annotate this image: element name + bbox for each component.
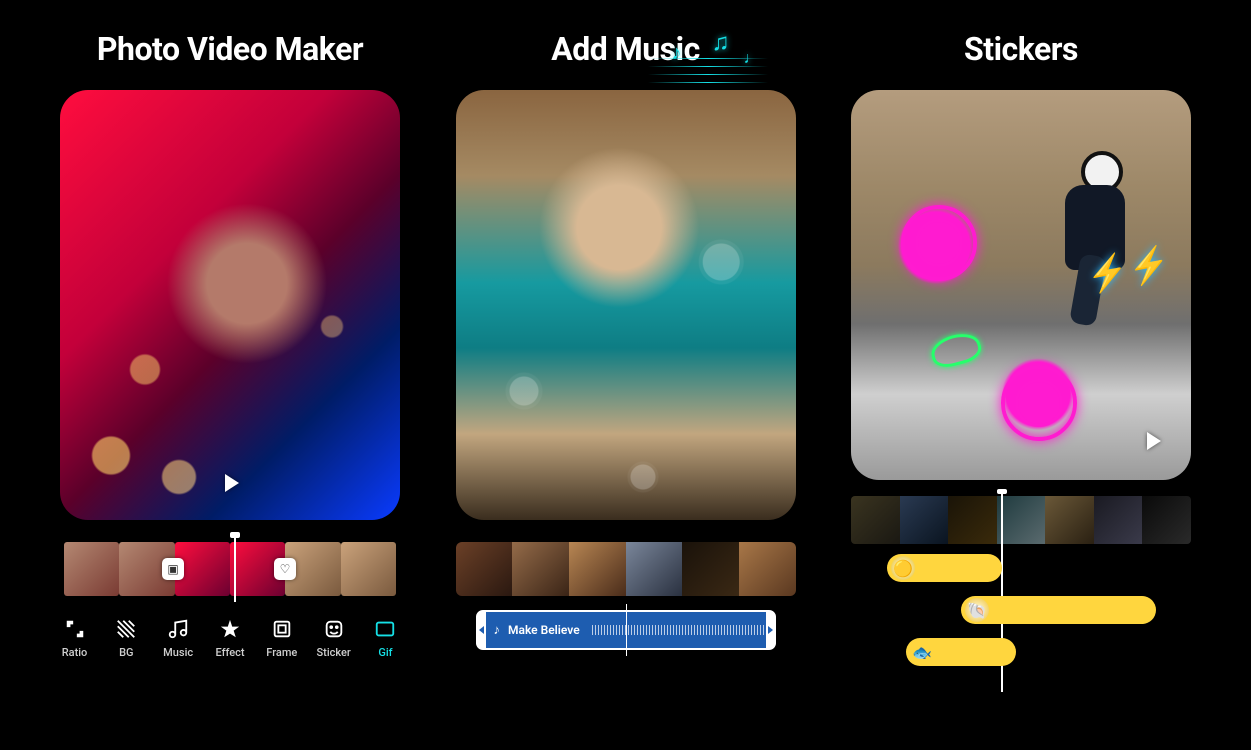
timeline-thumb[interactable] [569,542,626,596]
tool-music[interactable]: Music [156,616,200,659]
timeline-thumb[interactable] [512,542,569,596]
tool-label: BG [119,646,133,659]
play-button[interactable] [209,462,251,504]
preview-stickers[interactable]: ⚡⚡ [851,90,1191,480]
timeline-playhead[interactable] [234,536,236,602]
transition-icon: ▣ [167,562,178,576]
sticker-clip[interactable]: 🟡 [887,554,1002,582]
bg-icon [113,616,139,642]
panel-photo-video-maker: Photo Video Maker ▣ ♡ Ratio [40,30,420,750]
timeline-thumb[interactable] [900,496,949,544]
tool-effect[interactable]: Effect [208,616,252,659]
timeline-thumb[interactable] [64,542,119,596]
panel-title-1: Photo Video Maker [97,30,363,68]
clip-trim-handle-left[interactable] [476,612,486,648]
sticker-clip[interactable]: 🐟 [906,638,1016,666]
timeline-thumbs[interactable]: ▣ ♡ [64,542,396,596]
preview-add-music[interactable] [456,90,796,520]
timeline-thumb[interactable] [682,542,739,596]
tool-bg[interactable]: BG [104,616,148,659]
gif-icon [372,616,398,642]
timeline-thumb[interactable] [739,542,796,596]
tool-sticker[interactable]: Sticker [312,616,356,659]
rider-illustration [1035,145,1155,325]
timeline-thumb[interactable] [997,496,1046,544]
timeline-thumbs[interactable] [851,496,1191,544]
panel-add-music: Add Music ♪ ♫ ♩ ♪ Make Believe [436,30,816,750]
sticker-track: 🟡 [851,554,1191,586]
transition-button[interactable]: ▣ [162,558,184,580]
play-icon [225,474,239,492]
sticker-clip[interactable]: 🐚 [961,596,1156,624]
sticker-track: 🐚 [851,596,1191,628]
timeline-thumb[interactable] [948,496,997,544]
effect-icon [217,616,243,642]
play-icon [1147,432,1161,450]
panel-title-3: Stickers [964,30,1078,68]
green-squiggle-sticker [928,329,984,371]
clip-trim-handle-right[interactable] [766,612,776,648]
transition-heart-icon: ♡ [280,562,291,576]
panel-stickers: Stickers ⚡⚡ 🟡 🐚 [831,30,1211,750]
timeline-thumb[interactable] [1045,496,1094,544]
music-note-icon: ♪ [494,622,501,638]
music-icon [165,616,191,642]
sticker-emoji-icon: 🟡 [891,556,915,580]
tool-ratio[interactable]: Ratio [53,616,97,659]
music-clip[interactable]: ♪ Make Believe [476,610,776,650]
sticker-icon [321,616,347,642]
timeline-thumb[interactable] [341,542,396,596]
music-note-icon: ♩ [744,48,760,68]
timeline-thumb[interactable] [626,542,683,596]
play-button[interactable] [1131,420,1173,462]
neon-wheel-sticker [1001,365,1077,441]
neon-wheel-sticker [901,205,977,281]
sticker-fish-icon: 🐟 [910,640,934,664]
frame-icon [269,616,295,642]
timeline-thumb[interactable] [1094,496,1143,544]
tool-label: Gif [378,646,392,659]
editor-toolbar: Ratio BG Music Effect Frame [53,616,408,659]
transition-button[interactable]: ♡ [274,558,296,580]
timeline-thumbs[interactable] [456,542,796,596]
tool-frame[interactable]: Frame [260,616,304,659]
music-clip-title: Make Believe [508,623,580,637]
tool-gif[interactable]: Gif [363,616,407,659]
sticker-timeline: 🟡 🐚 🐟 [851,496,1191,670]
music-note-icon: ♫ [712,28,730,57]
audio-waveform [592,622,764,638]
timeline-playhead[interactable] [626,604,627,656]
sticker-track: 🐟 [851,638,1191,670]
ratio-icon [62,616,88,642]
preview-photo-video[interactable] [60,90,400,520]
tool-label: Sticker [317,646,351,659]
tool-label: Music [163,646,193,659]
timeline-thumb[interactable] [851,496,900,544]
panel-title-2: Add Music [551,30,700,68]
tool-label: Effect [215,646,244,659]
tool-label: Frame [266,646,297,659]
timeline-thumb[interactable] [456,542,513,596]
sticker-emoji-icon: 🐚 [965,598,989,622]
timeline-thumb[interactable] [1142,496,1191,544]
tool-label: Ratio [62,646,88,659]
